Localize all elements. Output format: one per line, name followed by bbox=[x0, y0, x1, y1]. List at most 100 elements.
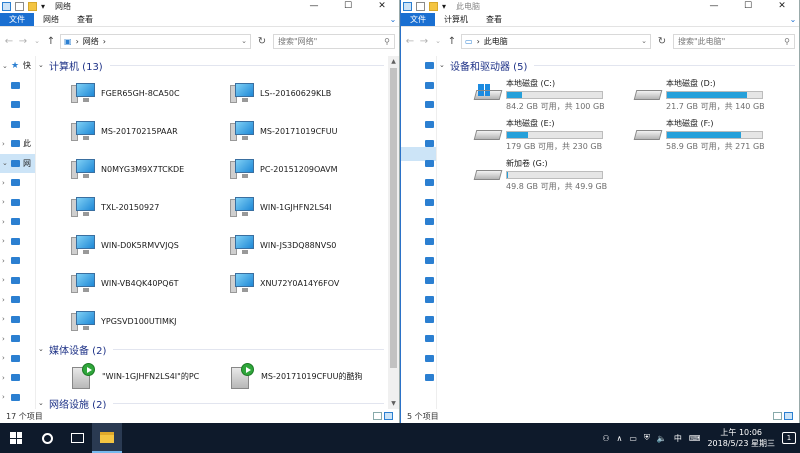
action-center-icon[interactable]: 1 bbox=[782, 432, 796, 444]
expand-icon[interactable]: › bbox=[2, 374, 8, 382]
tab-file[interactable]: 文件 bbox=[0, 13, 34, 26]
nav-item[interactable]: › bbox=[0, 388, 35, 408]
expand-icon[interactable]: › bbox=[2, 296, 8, 304]
nav-item[interactable] bbox=[401, 56, 436, 76]
search-input[interactable]: 搜索"此电脑" bbox=[678, 36, 725, 47]
recent-dropdown-icon[interactable]: ⌄ bbox=[32, 37, 42, 45]
refresh-icon[interactable]: ↻ bbox=[655, 36, 669, 47]
computer-item[interactable]: WIN-1GJHFN2LS4I bbox=[229, 188, 388, 226]
search-box[interactable]: 搜索"网络" ⚲ bbox=[273, 33, 395, 49]
task-view-button[interactable] bbox=[62, 423, 92, 453]
file-explorer-taskbar-button[interactable] bbox=[92, 423, 122, 453]
nav-item[interactable]: ⌄ ★ 快 bbox=[0, 56, 35, 76]
expand-icon[interactable]: ⌄ bbox=[2, 62, 8, 70]
network-tray-icon[interactable]: ▭ bbox=[629, 434, 637, 443]
address-bar[interactable]: ▣ › 网络 › ⌄ bbox=[60, 33, 251, 49]
navigation-pane[interactable]: ⌄ ★ 快 › 此 ⌄ 网 › › › › › › › › › › › › bbox=[0, 56, 36, 409]
close-button[interactable]: ✕ bbox=[365, 0, 399, 13]
nav-item[interactable]: › bbox=[0, 290, 35, 310]
minimize-button[interactable]: — bbox=[697, 0, 731, 13]
nav-item[interactable]: › bbox=[0, 310, 35, 330]
search-input[interactable]: 搜索"网络" bbox=[278, 36, 317, 47]
scroll-down-icon[interactable]: ▼ bbox=[388, 400, 399, 407]
nav-item[interactable] bbox=[401, 290, 436, 310]
computer-item[interactable]: PC-20151209OAVM bbox=[229, 150, 388, 188]
search-box[interactable]: 搜索"此电脑" ⚲ bbox=[673, 33, 795, 49]
computer-item[interactable]: MS-20171019CFUU bbox=[229, 112, 388, 150]
customize-toolbar-icon[interactable]: ▾ bbox=[442, 2, 446, 11]
nav-item[interactable]: › bbox=[0, 193, 35, 213]
nav-item[interactable]: ⌄ 网 bbox=[0, 153, 35, 173]
nav-item[interactable] bbox=[401, 173, 436, 193]
volume-icon[interactable]: 🔈 bbox=[657, 434, 667, 443]
nav-item[interactable] bbox=[401, 76, 436, 96]
details-view-icon[interactable] bbox=[773, 412, 782, 420]
nav-item[interactable] bbox=[401, 368, 436, 388]
file-list[interactable]: ⌄ 设备和驱动器 (5) 本地磁盘 (C:) 84.2 GB 可用，共 100 G… bbox=[437, 56, 799, 409]
up-icon[interactable]: ↑ bbox=[46, 36, 56, 47]
nav-item[interactable]: › bbox=[0, 251, 35, 271]
maximize-button[interactable]: ☐ bbox=[731, 0, 765, 13]
vertical-scrollbar[interactable]: ▲ ▼ bbox=[388, 56, 399, 409]
back-icon[interactable]: ← bbox=[4, 36, 14, 47]
nav-item[interactable] bbox=[401, 154, 436, 174]
expand-ribbon-icon[interactable]: ⌄ bbox=[787, 13, 799, 26]
nav-item[interactable] bbox=[401, 349, 436, 369]
expand-icon[interactable]: › bbox=[2, 335, 8, 343]
collapse-icon[interactable]: ⌄ bbox=[38, 345, 46, 353]
expand-icon[interactable]: ⌄ bbox=[2, 159, 8, 167]
address-dropdown-icon[interactable]: ⌄ bbox=[641, 37, 647, 45]
collapse-icon[interactable]: ⌄ bbox=[38, 399, 46, 407]
title-bar[interactable]: ▾ 此电脑 — ☐ ✕ bbox=[401, 0, 799, 13]
media-device-item[interactable]: "WIN-1GJHFN2LS4I"的PC bbox=[70, 358, 229, 394]
navigation-pane[interactable] bbox=[401, 56, 437, 409]
expand-icon[interactable]: › bbox=[2, 257, 8, 265]
security-icon[interactable]: ⛨ bbox=[644, 433, 650, 443]
computer-item[interactable]: LS--20160629KLB bbox=[229, 74, 388, 112]
group-header-computers[interactable]: ⌄ 计算机 (13) bbox=[36, 56, 388, 74]
back-icon[interactable]: ← bbox=[405, 36, 415, 47]
ime-indicator[interactable]: 中 bbox=[674, 433, 682, 444]
computer-item[interactable]: MS-20170215PAAR bbox=[70, 112, 229, 150]
computer-item[interactable]: YPGSVD100UTIMKJ bbox=[70, 302, 229, 340]
clock[interactable]: 上午 10:06 2018/5/23 星期三 bbox=[707, 427, 775, 449]
properties-icon[interactable] bbox=[416, 2, 425, 11]
nav-item[interactable]: › bbox=[0, 232, 35, 252]
drive-item[interactable]: 新加卷 (G:) 49.8 GB 可用，共 49.9 GB bbox=[473, 156, 635, 196]
nav-item[interactable]: › bbox=[0, 173, 35, 193]
keyboard-icon[interactable]: ⌨ bbox=[689, 434, 701, 443]
expand-icon[interactable]: › bbox=[2, 140, 8, 148]
nav-item[interactable]: › 此 bbox=[0, 134, 35, 154]
expand-icon[interactable]: › bbox=[2, 237, 8, 245]
nav-item[interactable] bbox=[401, 212, 436, 232]
up-icon[interactable]: ↑ bbox=[447, 36, 457, 47]
maximize-button[interactable]: ☐ bbox=[331, 0, 365, 13]
show-hidden-icons-icon[interactable]: ∧ bbox=[617, 434, 623, 443]
nav-item[interactable] bbox=[0, 76, 35, 96]
nav-item[interactable] bbox=[401, 95, 436, 115]
computer-item[interactable]: WIN-JS3DQ88NVS0 bbox=[229, 226, 388, 264]
new-folder-icon[interactable] bbox=[28, 2, 37, 11]
close-button[interactable]: ✕ bbox=[765, 0, 799, 13]
expand-icon[interactable]: › bbox=[2, 315, 8, 323]
properties-icon[interactable] bbox=[15, 2, 24, 11]
forward-icon[interactable]: → bbox=[419, 36, 429, 47]
computer-item[interactable]: WIN-D0K5RMVVJQS bbox=[70, 226, 229, 264]
expand-icon[interactable]: › bbox=[2, 179, 8, 187]
nav-item[interactable] bbox=[401, 329, 436, 349]
nav-item[interactable]: › bbox=[0, 349, 35, 369]
group-header-media[interactable]: ⌄ 媒体设备 (2) bbox=[36, 340, 388, 358]
nav-item[interactable] bbox=[401, 251, 436, 271]
nav-item[interactable] bbox=[401, 115, 436, 135]
people-icon[interactable]: ⚇ bbox=[602, 434, 609, 443]
scroll-up-icon[interactable]: ▲ bbox=[388, 58, 399, 65]
nav-item[interactable] bbox=[401, 193, 436, 213]
search-button[interactable] bbox=[32, 423, 62, 453]
tab-file[interactable]: 文件 bbox=[401, 13, 435, 26]
nav-item[interactable] bbox=[0, 115, 35, 135]
collapse-icon[interactable]: ⌄ bbox=[439, 61, 447, 69]
tiles-view-icon[interactable] bbox=[784, 412, 793, 420]
breadcrumb[interactable]: 网络 bbox=[83, 36, 99, 47]
tab-view[interactable]: 查看 bbox=[477, 13, 511, 26]
nav-item[interactable]: › bbox=[0, 329, 35, 349]
